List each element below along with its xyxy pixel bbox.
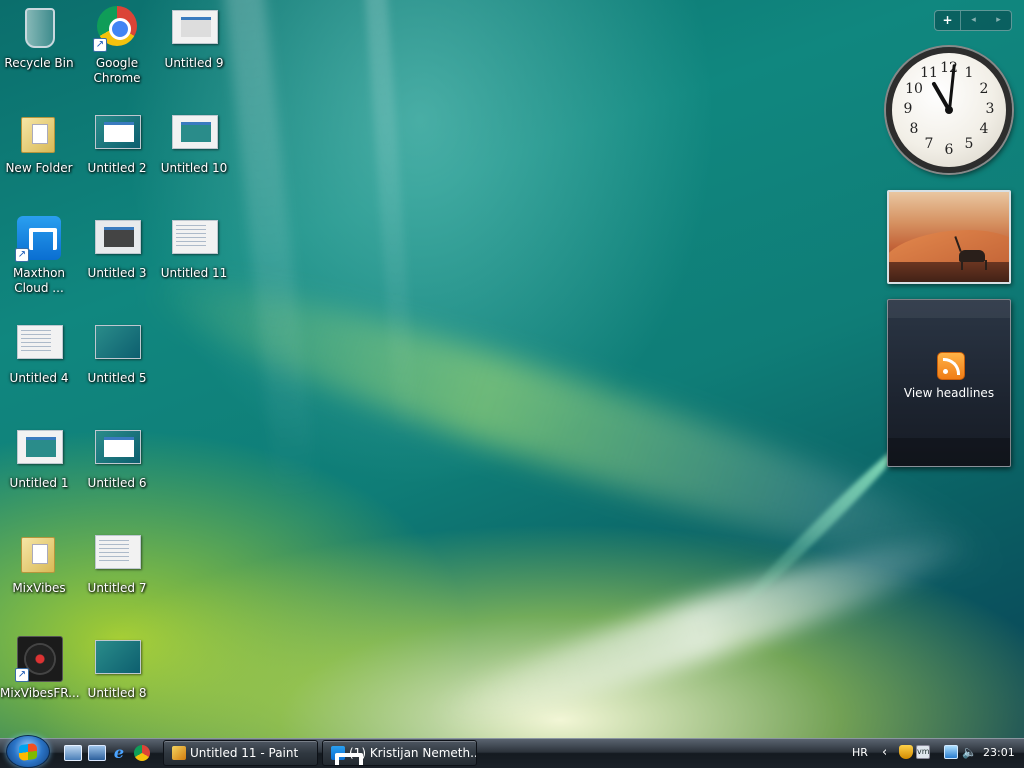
rss-icon — [937, 352, 965, 380]
oryx-silhouette — [959, 250, 987, 270]
clock-number: 11 — [920, 65, 938, 81]
security-shield-icon[interactable] — [899, 745, 913, 759]
chrome-quicklaunch-icon[interactable] — [134, 745, 150, 761]
desktop-icon-untitled-7[interactable]: Untitled 7 — [78, 529, 156, 596]
clock-number: 9 — [903, 101, 913, 117]
clock-center-pin — [945, 106, 953, 114]
folder-icon — [21, 537, 55, 573]
feed-headlines-gadget[interactable]: View headlines — [887, 299, 1011, 467]
desktop-icon-label: Untitled 10 — [160, 161, 228, 175]
desktop-icon-label: Untitled 11 — [160, 266, 228, 280]
taskbar-button-label: Untitled 11 - Paint — [190, 746, 299, 760]
image-file-icon — [95, 325, 141, 359]
desktop-icon-label: MixVibes — [12, 581, 66, 595]
desktop-icon-untitled-3[interactable]: Untitled 3 — [78, 214, 156, 281]
next-gadgets-button[interactable]: ▸ — [986, 11, 1011, 30]
desktop-icon-label: Untitled 6 — [87, 476, 147, 490]
slideshow-photo-shadow — [889, 262, 1009, 282]
vmware-tools-icon[interactable]: vm — [916, 745, 930, 759]
slideshow-gadget[interactable] — [887, 190, 1011, 284]
shortcut-arrow-icon: ↗ — [15, 248, 29, 262]
image-file-icon — [172, 220, 218, 254]
paint-icon — [172, 746, 186, 760]
switch-windows-icon[interactable] — [88, 745, 106, 761]
taskbar-button-maxthon[interactable]: (1) Kristijan Nemeth... — [322, 740, 477, 766]
sidebar-controls: + ◂ ▸ — [934, 10, 1012, 31]
desktop-icon-untitled-6[interactable]: Untitled 6 — [78, 424, 156, 491]
view-headlines-link[interactable]: View headlines — [888, 386, 1010, 400]
start-button[interactable] — [6, 735, 50, 768]
shortcut-arrow-icon: ↗ — [93, 38, 107, 52]
desktop-icon-label: Maxthon Cloud ... — [12, 266, 66, 295]
image-file-icon — [17, 430, 63, 464]
taskbar — [0, 738, 1024, 768]
show-hidden-icons-chevron-icon[interactable]: ‹ — [882, 740, 887, 766]
image-file-icon — [17, 325, 63, 359]
desktop-icon-google-chrome[interactable]: ↗ Google Chrome — [78, 4, 156, 86]
previous-gadgets-button[interactable]: ◂ — [961, 11, 986, 30]
desktop-icon-untitled-10[interactable]: Untitled 10 — [155, 109, 233, 176]
clock-number: 12 — [940, 60, 958, 76]
desktop-icon-label: Google Chrome — [93, 56, 141, 85]
image-file-icon — [95, 115, 141, 149]
desktop-icon-untitled-4[interactable]: Untitled 4 — [0, 319, 78, 386]
desktop-icon-mixvibes[interactable]: MixVibes — [0, 529, 78, 596]
clock-number: 8 — [909, 121, 919, 137]
clock-number: 5 — [964, 136, 974, 152]
clock-time[interactable]: 23:01 — [983, 740, 1015, 766]
desktop-icon-label: Untitled 4 — [9, 371, 69, 385]
language-indicator[interactable]: HR — [852, 740, 868, 766]
desktop-icon-untitled-2[interactable]: Untitled 2 — [78, 109, 156, 176]
internet-explorer-icon[interactable]: e — [110, 745, 128, 761]
desktop-icon-untitled-8[interactable]: Untitled 8 — [78, 634, 156, 701]
desktop-icon-label: MixVibesFR... — [0, 686, 80, 700]
image-file-icon — [172, 115, 218, 149]
desktop-icon-mixvibes-fr[interactable]: ↗ MixVibesFR... — [0, 634, 80, 701]
gadget-footer-band — [888, 438, 1010, 466]
image-file-icon — [95, 220, 141, 254]
desktop-icon-untitled-1[interactable]: Untitled 1 — [0, 424, 78, 491]
image-file-icon — [95, 430, 141, 464]
desktop-icon-label: Untitled 5 — [87, 371, 147, 385]
clock-number: 3 — [985, 101, 995, 117]
desktop-icon-label: Untitled 3 — [87, 266, 147, 280]
desktop-icon-recycle-bin[interactable]: Recycle Bin — [0, 4, 78, 71]
volume-icon[interactable]: 🔈 — [962, 745, 977, 759]
desktop-icon-new-folder[interactable]: New Folder — [0, 109, 78, 176]
taskbar-button-label: (1) Kristijan Nemeth... — [349, 746, 477, 760]
show-desktop-icon[interactable] — [64, 745, 82, 761]
desktop-icon-label: Untitled 1 — [9, 476, 69, 490]
clock-number: 2 — [979, 81, 989, 97]
desktop-icon-untitled-11[interactable]: Untitled 11 — [155, 214, 233, 281]
desktop-icon-untitled-9[interactable]: Untitled 9 — [155, 4, 233, 71]
desktop-icon-label: Untitled 2 — [87, 161, 147, 175]
maxthon-icon — [331, 746, 345, 760]
clock-number: 6 — [944, 142, 954, 158]
clock-gadget[interactable]: 12 1 2 3 4 5 6 7 8 9 10 11 — [886, 47, 1012, 173]
network-icon[interactable] — [944, 745, 958, 759]
desktop-icon-untitled-5[interactable]: Untitled 5 — [78, 319, 156, 386]
shortcut-arrow-icon: ↗ — [15, 668, 29, 682]
desktop-icon-label: Untitled 8 — [87, 686, 147, 700]
recycle-bin-icon — [25, 8, 55, 48]
folder-icon — [21, 117, 55, 153]
image-file-icon — [95, 640, 141, 674]
add-gadget-button[interactable]: + — [935, 11, 961, 30]
desktop-icon-label: Untitled 9 — [164, 56, 224, 70]
clock-number: 10 — [905, 81, 923, 97]
taskbar-button-paint[interactable]: Untitled 11 - Paint — [163, 740, 318, 766]
desktop-icon-maxthon-cloud[interactable]: ↗ Maxthon Cloud ... — [0, 214, 78, 296]
desktop-icon-label: New Folder — [5, 161, 73, 175]
gadget-header-band — [888, 300, 1010, 318]
image-file-icon — [172, 10, 218, 44]
image-file-icon — [95, 535, 141, 569]
desktop-icon-label: Untitled 7 — [87, 581, 147, 595]
desktop-icon-label: Recycle Bin — [4, 56, 74, 70]
